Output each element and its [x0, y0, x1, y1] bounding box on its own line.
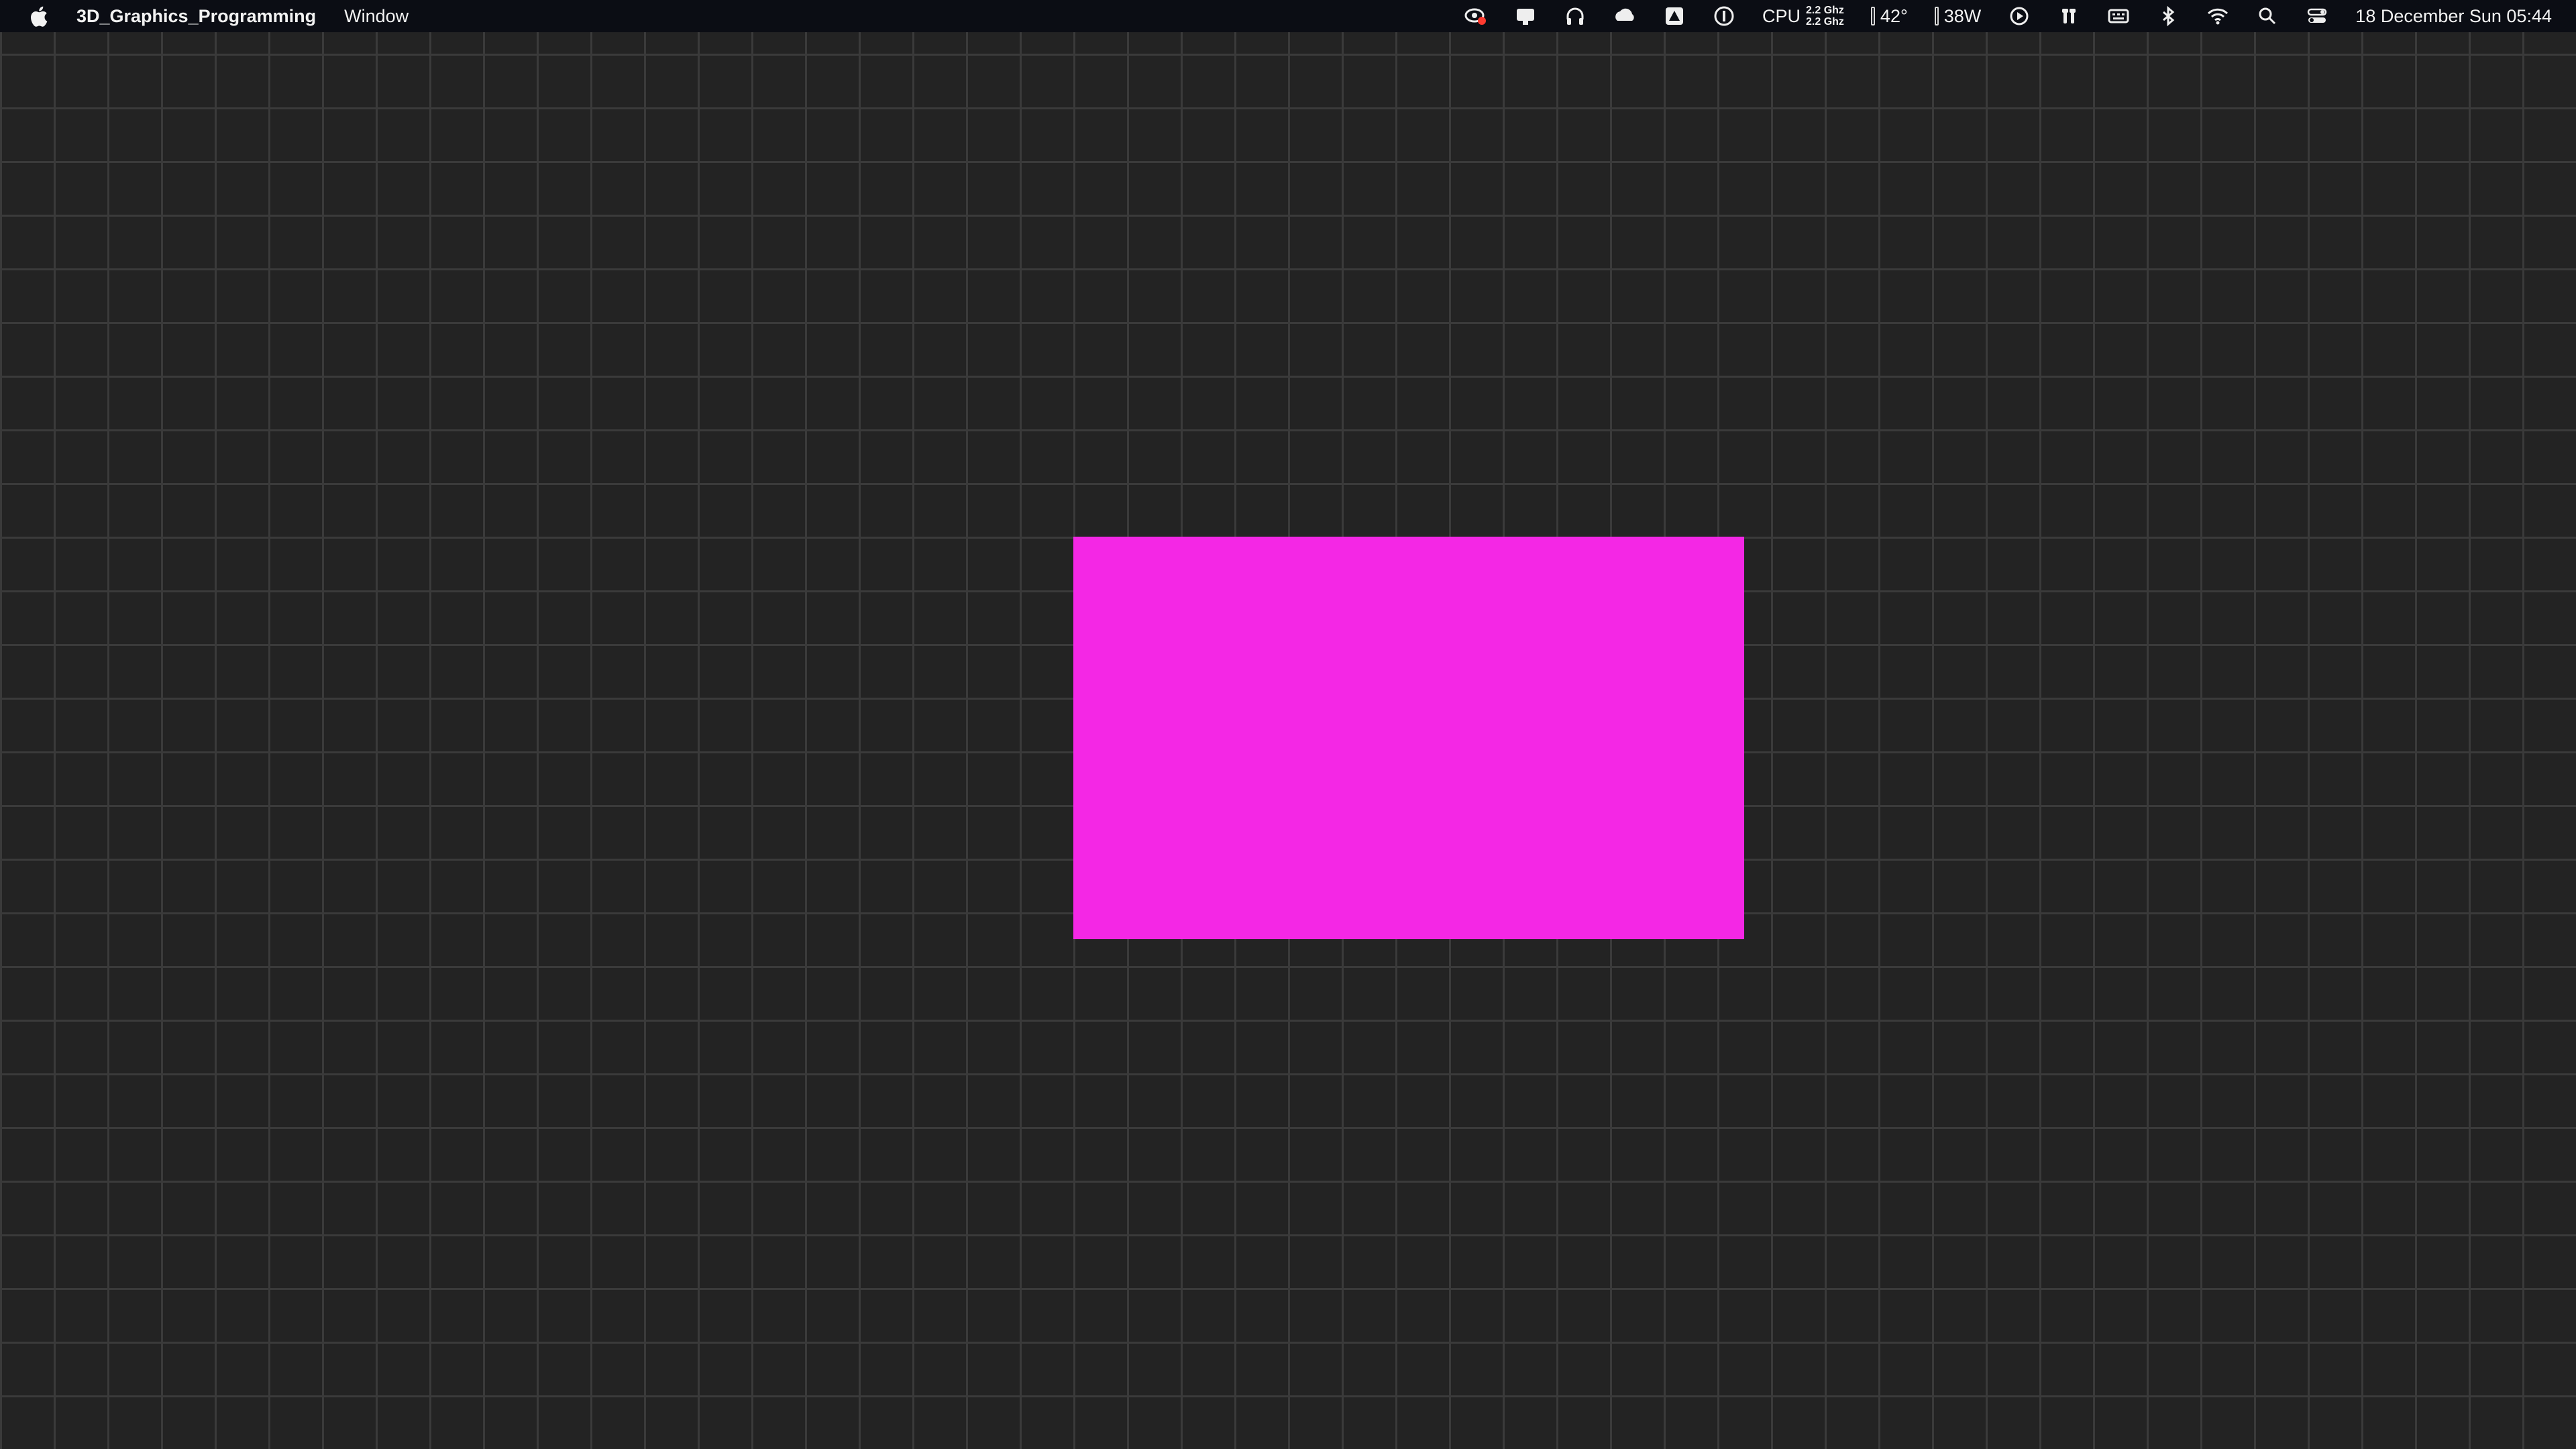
- cpu-stat[interactable]: CPU 2.2 Ghz 2.2 Ghz: [1762, 5, 1844, 28]
- power-value: 38W: [1943, 5, 1982, 26]
- headphones-icon[interactable]: [1564, 5, 1587, 28]
- screen-record-icon[interactable]: [1464, 5, 1487, 28]
- cpu-label: CPU: [1762, 5, 1801, 26]
- menu-bar: 3D_Graphics_Programming Window CPU 2.2 G…: [0, 0, 2576, 32]
- info-icon[interactable]: [1713, 5, 1735, 28]
- search-icon[interactable]: [2256, 5, 2279, 28]
- clock-datetime[interactable]: 18 December Sun 05:44: [2355, 6, 2552, 27]
- bluetooth-icon[interactable]: [2157, 5, 2180, 28]
- antenna-icon[interactable]: [2057, 5, 2080, 28]
- power-bar-icon: [1934, 7, 1939, 25]
- cpu-freq-2: 2.2 Ghz: [1806, 16, 1844, 28]
- temperature-stat[interactable]: 42°: [1870, 5, 1908, 27]
- apple-menu-icon[interactable]: [28, 5, 48, 28]
- keyboard-icon[interactable]: [2107, 5, 2130, 28]
- drive-icon[interactable]: [1663, 5, 1686, 28]
- cpu-freq-1: 2.2 Ghz: [1806, 5, 1844, 16]
- play-icon[interactable]: [2008, 5, 2031, 28]
- magenta-rectangle: [1073, 537, 1744, 939]
- window-menu[interactable]: Window: [344, 6, 409, 27]
- control-center-icon[interactable]: [2306, 5, 2328, 28]
- wifi-icon[interactable]: [2206, 5, 2229, 28]
- render-canvas[interactable]: [0, 0, 2576, 1449]
- notifications-icon[interactable]: [1514, 5, 1537, 28]
- thermometer-icon: [1870, 7, 1875, 25]
- cloud-icon[interactable]: [1613, 5, 1636, 28]
- power-stat[interactable]: 38W: [1934, 5, 1982, 27]
- app-name-menu[interactable]: 3D_Graphics_Programming: [76, 6, 316, 27]
- temperature-value: 42°: [1880, 5, 1908, 26]
